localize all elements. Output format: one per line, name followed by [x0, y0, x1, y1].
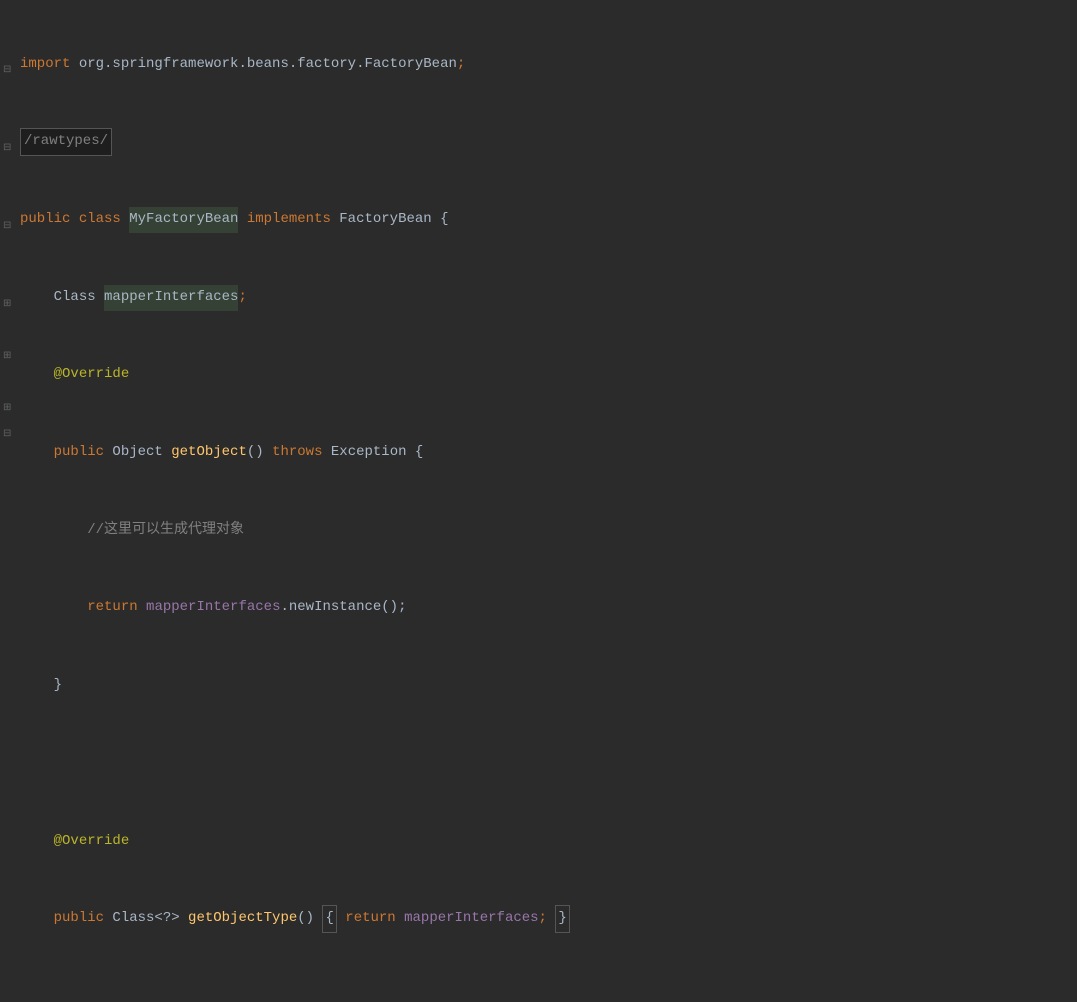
- code-editor[interactable]: import org.springframework.beans.factory…: [0, 0, 1077, 1002]
- type: Object: [112, 440, 171, 466]
- type: Class<?>: [112, 906, 188, 932]
- brace: {: [440, 207, 448, 233]
- type: FactoryBean: [331, 207, 440, 233]
- brace: {: [322, 905, 336, 933]
- fold-icon[interactable]: ⊟: [3, 218, 13, 228]
- semicolon: ;: [457, 52, 465, 78]
- type: Exception: [323, 440, 415, 466]
- keyword: public: [20, 207, 79, 233]
- code-line[interactable]: [20, 984, 1077, 1002]
- keyword: throws: [272, 440, 322, 466]
- semicolon: ;: [238, 285, 246, 311]
- code-line[interactable]: @Override: [20, 362, 1077, 388]
- field: mapperInterfaces: [404, 906, 538, 932]
- method-name: getObjectType: [188, 906, 297, 932]
- code-line[interactable]: import org.springframework.beans.factory…: [20, 52, 1077, 78]
- method-call: .newInstance();: [280, 595, 406, 621]
- brace: }: [54, 673, 62, 699]
- annotation: @Override: [54, 829, 130, 855]
- keyword: public: [54, 440, 113, 466]
- method-name: getObject: [171, 440, 247, 466]
- keyword: public: [54, 906, 113, 932]
- keyword: return: [345, 906, 395, 932]
- fold-icon[interactable]: ⊟: [3, 62, 13, 72]
- code-line[interactable]: return mapperInterfaces.newInstance();: [20, 595, 1077, 621]
- code-line[interactable]: public Class<?> getObjectType() { return…: [20, 906, 1077, 932]
- code-line[interactable]: @Override: [20, 829, 1077, 855]
- keyword: import: [20, 52, 70, 78]
- fold-icon[interactable]: ⊞: [3, 296, 13, 306]
- class-name: MyFactoryBean: [129, 207, 238, 233]
- keyword: return: [87, 595, 137, 621]
- fold-icon[interactable]: ⊟: [3, 426, 13, 436]
- package-path: org.springframework.beans.factory.Factor…: [70, 52, 456, 78]
- editor-gutter: ⊟ ⊟ ⊟ ⊞ ⊞ ⊞ ⊟: [0, 0, 20, 501]
- code-line[interactable]: /rawtypes/: [20, 129, 1077, 155]
- code-line[interactable]: Class mapperInterfaces;: [20, 285, 1077, 311]
- folded-comment[interactable]: /rawtypes/: [20, 128, 112, 156]
- code-line[interactable]: public class MyFactoryBean implements Fa…: [20, 207, 1077, 233]
- code-line[interactable]: //这里可以生成代理对象: [20, 518, 1077, 544]
- code-line[interactable]: }: [20, 673, 1077, 699]
- field: mapperInterfaces: [104, 285, 238, 311]
- fold-icon[interactable]: ⊟: [3, 140, 13, 150]
- fold-icon[interactable]: ⊞: [3, 348, 13, 358]
- brace: {: [415, 440, 423, 466]
- type: Class: [54, 285, 104, 311]
- fold-icon[interactable]: ⊞: [3, 400, 13, 410]
- keyword: class: [79, 207, 121, 233]
- annotation: @Override: [54, 362, 130, 388]
- field: mapperInterfaces: [146, 595, 280, 621]
- comment: //这里可以生成代理对象: [87, 518, 244, 544]
- code-line[interactable]: [20, 751, 1077, 777]
- code-line[interactable]: public Object getObject() throws Excepti…: [20, 440, 1077, 466]
- keyword: implements: [238, 207, 330, 233]
- brace: }: [555, 905, 569, 933]
